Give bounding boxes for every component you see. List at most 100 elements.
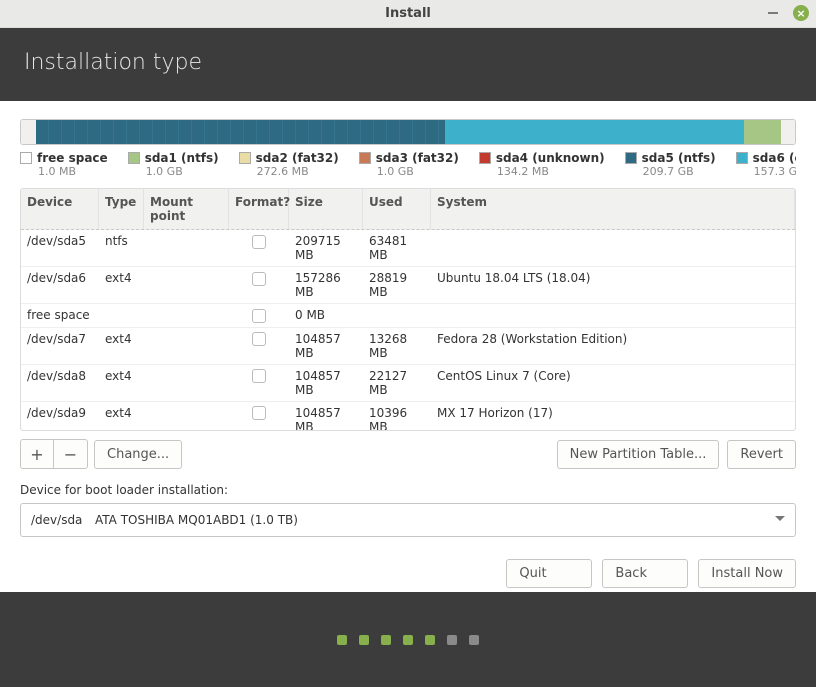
legend-label: sda6 (ext4): [753, 151, 796, 165]
install-now-button[interactable]: Install Now: [698, 559, 796, 588]
window-title: Install: [385, 6, 431, 21]
legend-label: sda2 (fat32): [256, 151, 339, 165]
legend-label: sda1 (ntfs): [145, 151, 219, 165]
cell-type: ext4: [99, 365, 144, 401]
legend-item: sda3 (fat32)1.0 GB: [359, 151, 459, 178]
minimize-icon: [768, 12, 778, 14]
cell-type: ntfs: [99, 230, 144, 266]
table-row[interactable]: /dev/sda9ext4104857 MB10396 MBMX 17 Hori…: [21, 402, 795, 431]
table-row[interactable]: /dev/sda6ext4157286 MB28819 MBUbuntu 18.…: [21, 267, 795, 304]
progress-dot: [403, 635, 413, 645]
table-row[interactable]: /dev/sda8ext4104857 MB22127 MBCentOS Lin…: [21, 365, 795, 402]
partition-segment: [781, 120, 795, 144]
bootloader-device: /dev/sda: [31, 513, 95, 527]
cell-mount: [144, 267, 229, 303]
format-checkbox[interactable]: [252, 309, 266, 323]
legend-size: 209.7 GB: [643, 165, 716, 178]
cell-size: 104857 MB: [289, 328, 363, 364]
change-button[interactable]: Change...: [94, 440, 182, 469]
revert-button[interactable]: Revert: [727, 440, 796, 469]
new-partition-table-button[interactable]: New Partition Table...: [557, 440, 720, 469]
progress-dot: [381, 635, 391, 645]
partition-bar: [20, 119, 796, 145]
remove-partition-button[interactable]: −: [54, 439, 88, 469]
legend-item: sda6 (ext4)157.3 GB: [736, 151, 796, 178]
cell-device: /dev/sda6: [21, 267, 99, 303]
legend-item: sda4 (unknown)134.2 MB: [479, 151, 605, 178]
partition-segment: [36, 120, 445, 144]
back-button[interactable]: Back: [602, 559, 688, 588]
partition-table[interactable]: Device Type Mount point Format? Size Use…: [20, 188, 796, 431]
quit-button[interactable]: Quit: [506, 559, 592, 588]
cell-system: [431, 230, 795, 266]
legend-swatch-icon: [359, 152, 371, 164]
legend-label: sda4 (unknown): [496, 151, 605, 165]
cell-mount: [144, 328, 229, 364]
cell-size: 0 MB: [289, 304, 363, 327]
cell-format: [229, 304, 289, 327]
cell-used: 10396 MB: [363, 402, 431, 431]
cell-device: free space: [21, 304, 99, 327]
cell-device: /dev/sda8: [21, 365, 99, 401]
format-checkbox[interactable]: [252, 406, 266, 420]
close-icon: ×: [793, 5, 809, 21]
partition-legend: free space1.0 MBsda1 (ntfs)1.0 GBsda2 (f…: [20, 151, 796, 178]
cell-format: [229, 365, 289, 401]
cell-format: [229, 402, 289, 431]
cell-system: [431, 304, 795, 327]
partition-segment: [445, 120, 744, 144]
minimize-button[interactable]: [764, 4, 782, 22]
close-button[interactable]: ×: [792, 4, 810, 22]
th-device: Device: [21, 189, 99, 229]
add-partition-button[interactable]: +: [20, 439, 54, 469]
page-header: Installation type: [0, 28, 816, 101]
progress-dot: [425, 635, 435, 645]
minus-icon: −: [64, 445, 77, 464]
partition-segment: [744, 120, 781, 144]
th-format: Format?: [229, 189, 289, 229]
legend-size: 1.0 GB: [377, 165, 459, 178]
cell-size: 157286 MB: [289, 267, 363, 303]
cell-size: 104857 MB: [289, 365, 363, 401]
th-system: System: [431, 189, 795, 229]
title-bar: Install ×: [0, 0, 816, 28]
table-row[interactable]: free space 0 MB: [21, 304, 795, 328]
th-used: Used: [363, 189, 431, 229]
legend-label: sda5 (ntfs): [642, 151, 716, 165]
legend-label: sda3 (fat32): [376, 151, 459, 165]
progress-dot: [447, 635, 457, 645]
cell-mount: [144, 304, 229, 327]
legend-swatch-icon: [736, 152, 748, 164]
format-checkbox[interactable]: [252, 332, 266, 346]
page-title: Installation type: [24, 50, 202, 75]
format-checkbox[interactable]: [252, 235, 266, 249]
cell-device: /dev/sda5: [21, 230, 99, 266]
partition-segment: [21, 120, 36, 144]
th-type: Type: [99, 189, 144, 229]
cell-mount: [144, 402, 229, 431]
legend-size: 272.6 MB: [257, 165, 339, 178]
legend-size: 1.0 MB: [38, 165, 108, 178]
cell-system: MX 17 Horizon (17): [431, 402, 795, 431]
th-size: Size: [289, 189, 363, 229]
cell-type: ext4: [99, 328, 144, 364]
progress-dot: [469, 635, 479, 645]
legend-swatch-icon: [128, 152, 140, 164]
legend-item: sda2 (fat32)272.6 MB: [239, 151, 339, 178]
progress-dot: [337, 635, 347, 645]
cell-format: [229, 328, 289, 364]
th-mount: Mount point: [144, 189, 229, 229]
cell-format: [229, 230, 289, 266]
format-checkbox[interactable]: [252, 369, 266, 383]
table-row[interactable]: /dev/sda7ext4104857 MB13268 MBFedora 28 …: [21, 328, 795, 365]
legend-item: sda1 (ntfs)1.0 GB: [128, 151, 219, 178]
table-row[interactable]: /dev/sda5ntfs209715 MB63481 MB: [21, 230, 795, 267]
progress-dot: [359, 635, 369, 645]
chevron-down-icon: [775, 516, 785, 526]
cell-mount: [144, 230, 229, 266]
legend-swatch-icon: [20, 152, 32, 164]
bootloader-device-select[interactable]: /dev/sda ATA TOSHIBA MQ01ABD1 (1.0 TB): [20, 503, 796, 537]
cell-size: 209715 MB: [289, 230, 363, 266]
legend-label: free space: [37, 151, 108, 165]
format-checkbox[interactable]: [252, 272, 266, 286]
